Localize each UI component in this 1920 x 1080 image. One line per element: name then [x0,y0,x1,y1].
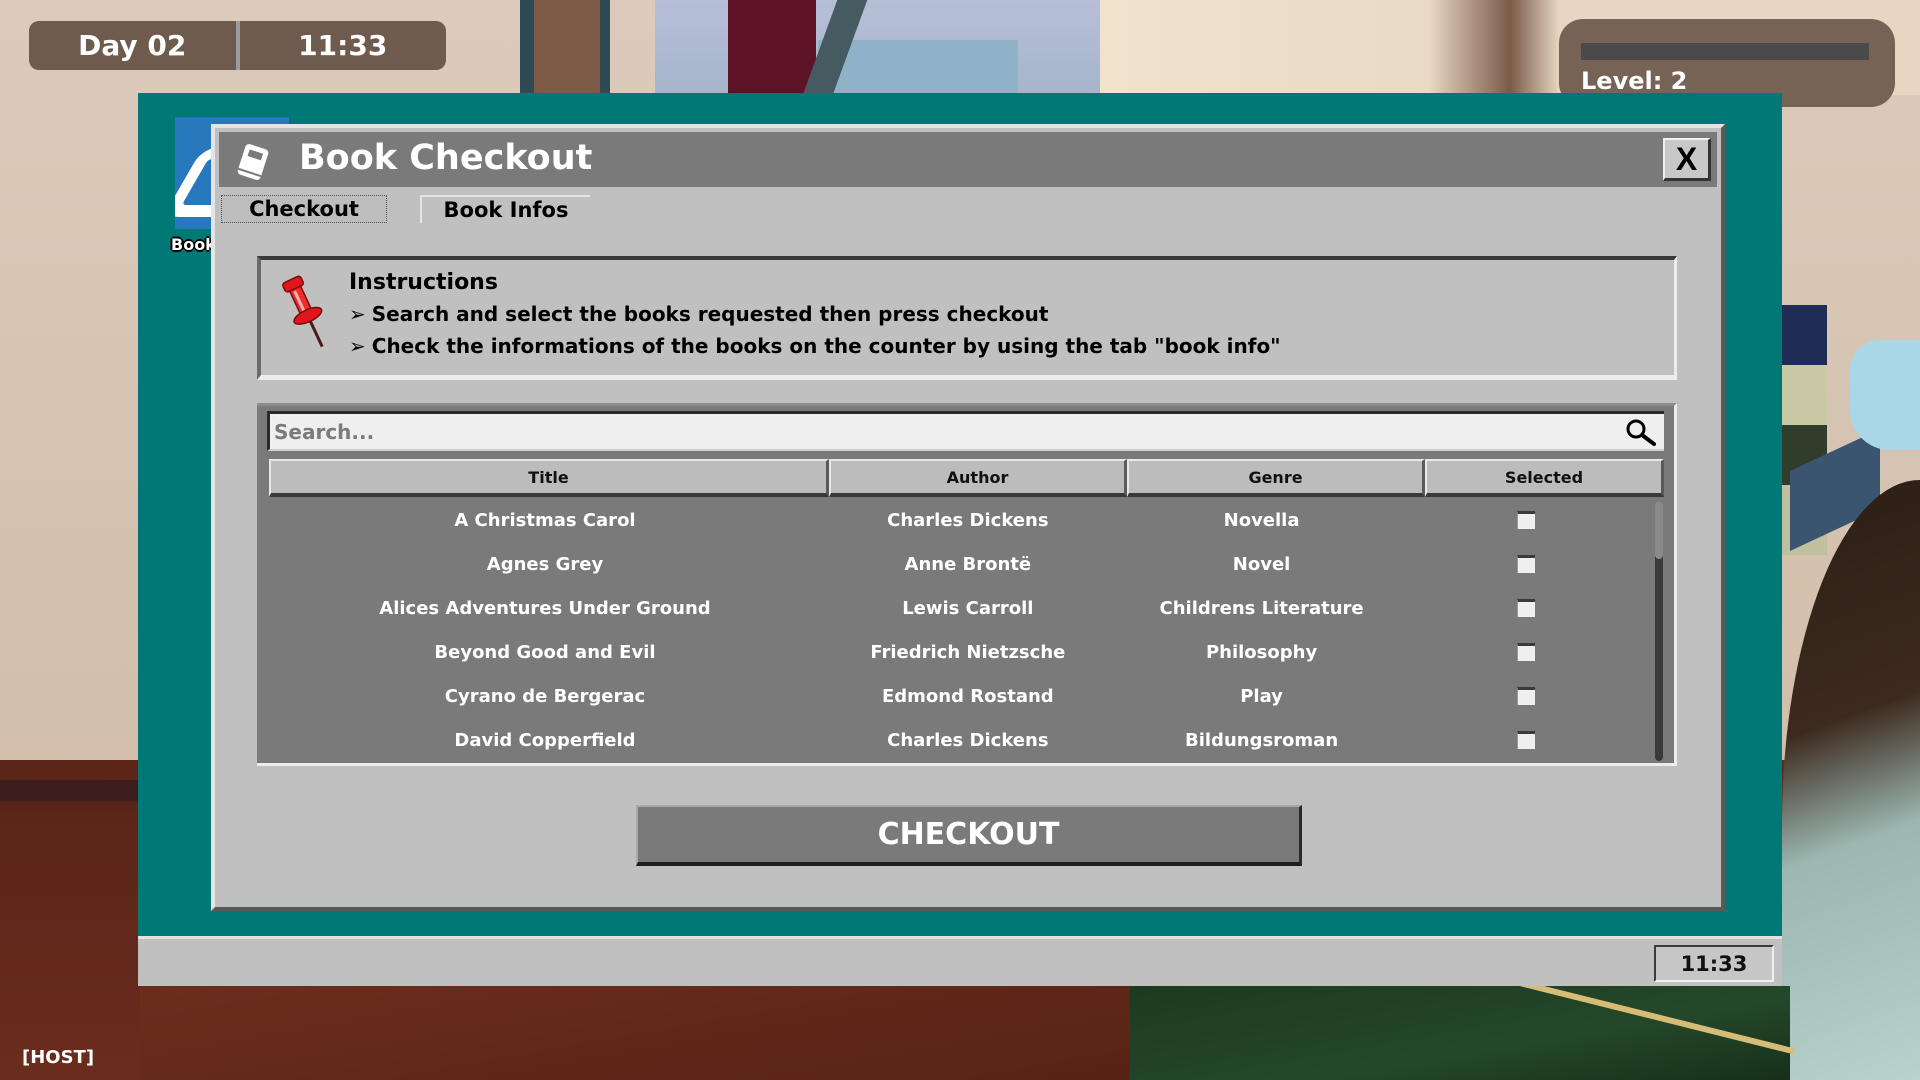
cell-selected [1408,643,1644,661]
book-icon [237,144,269,180]
book-table-panel: Title Author Genre Selected A Christmas … [257,403,1677,766]
cell-selected [1408,599,1644,617]
scrollbar[interactable] [1655,501,1663,761]
bullet-arrow-icon: ➢ [349,334,366,358]
day-counter: Day 02 [78,29,187,62]
search-icon[interactable] [1624,418,1658,448]
column-header-genre[interactable]: Genre [1127,459,1425,497]
level-label: Level: 2 [1581,67,1688,95]
column-header-author[interactable]: Author [829,459,1127,497]
instruction-line: ➢ Check the informations of the books on … [349,334,1281,358]
instructions-panel: Instructions ➢ Search and select the book… [257,256,1677,380]
cell-selected [1408,511,1644,529]
cell-author: Charles Dickens [887,729,1049,751]
window-title: Book Checkout [299,138,593,178]
bullet-arrow-icon: ➢ [349,302,366,326]
select-checkbox[interactable] [1517,687,1536,705]
checkout-button[interactable]: CHECKOUT [636,805,1302,866]
cell-title: Cyrano de Bergerac [444,685,646,707]
counter-book [1130,986,1790,1080]
cell-author: Anne Brontë [904,553,1032,575]
close-button[interactable]: X [1663,138,1711,181]
cell-selected [1408,687,1644,705]
cell-author: Edmond Rostand [882,685,1054,707]
search-bar[interactable] [267,411,1664,451]
cell-title: Alices Adventures Under Ground [379,597,711,619]
baseboard [0,780,140,1080]
cell-title: David Copperfield [454,729,636,751]
cell-title: Beyond Good and Evil [434,641,656,663]
cell-selected [1408,555,1644,573]
select-checkbox[interactable] [1517,599,1536,617]
table-row[interactable]: Agnes Grey Anne Brontë Novel [269,542,1644,586]
book-list: A Christmas Carol Charles Dickens Novella A… [269,498,1664,760]
instructions-title: Instructions [349,270,498,295]
title-bar[interactable]: Book Checkout X [219,132,1717,187]
cell-genre: Childrens Literature [1159,597,1364,619]
table-row[interactable]: David Copperfield Charles Dickens Bildungs… [269,718,1644,762]
game-clock: 11:33 [298,29,388,62]
cell-genre: Philosophy [1205,641,1318,663]
cell-genre: Novel [1232,553,1291,575]
select-checkbox[interactable] [1517,731,1536,749]
cell-genre: Bildungsroman [1185,729,1339,751]
instruction-line: ➢ Search and select the books requested t… [349,302,1048,326]
tab-checkout[interactable]: Checkout [221,195,387,223]
pushpin-icon [282,275,324,348]
select-checkbox[interactable] [1517,555,1536,573]
host-tag: [HOST] [22,1047,95,1068]
cell-selected [1408,731,1644,749]
curtain [728,0,816,95]
taskbar: 11:33 [138,936,1782,986]
day-time-panel: Day 02 11:33 [29,21,446,70]
search-input[interactable] [274,414,1604,449]
instruction-text: Check the informations of the books on t… [371,334,1281,358]
column-header-title[interactable]: Title [269,459,829,497]
table-row[interactable]: Cyrano de Bergerac Edmond Rostand Play [269,674,1644,718]
table-row[interactable]: Beyond Good and Evil Friedrich Nietzsche P… [269,630,1644,674]
table-header: Title Author Genre Selected [269,459,1664,497]
cell-author: Friedrich Nietzsche [870,641,1066,663]
book-checkout-window: Book Checkout X Checkout Book Infos Inst… [211,124,1725,911]
cell-genre: Play [1240,685,1283,707]
column-header-selected[interactable]: Selected [1425,459,1664,497]
table-row[interactable]: A Christmas Carol Charles Dickens Novella [269,498,1644,542]
cell-title: Agnes Grey [486,553,604,575]
cell-author: Charles Dickens [887,509,1049,531]
cell-author: Lewis Carroll [902,597,1034,619]
desktop-icon-label: Book [171,235,216,254]
table-row[interactable]: Alices Adventures Under Ground Lewis Carr… [269,586,1644,630]
scrollbar-thumb[interactable] [1655,501,1663,559]
cell-title: A Christmas Carol [454,509,636,531]
select-checkbox[interactable] [1517,643,1536,661]
cell-genre: Novella [1223,509,1300,531]
npc-customer [1850,340,1920,450]
tab-book-infos[interactable]: Book Infos [420,195,590,223]
select-checkbox[interactable] [1517,511,1536,529]
door-frame [520,0,610,95]
instruction-text: Search and select the books requested th… [371,302,1049,326]
taskbar-clock: 11:33 [1654,945,1774,982]
xp-progress-bar [1581,43,1869,60]
